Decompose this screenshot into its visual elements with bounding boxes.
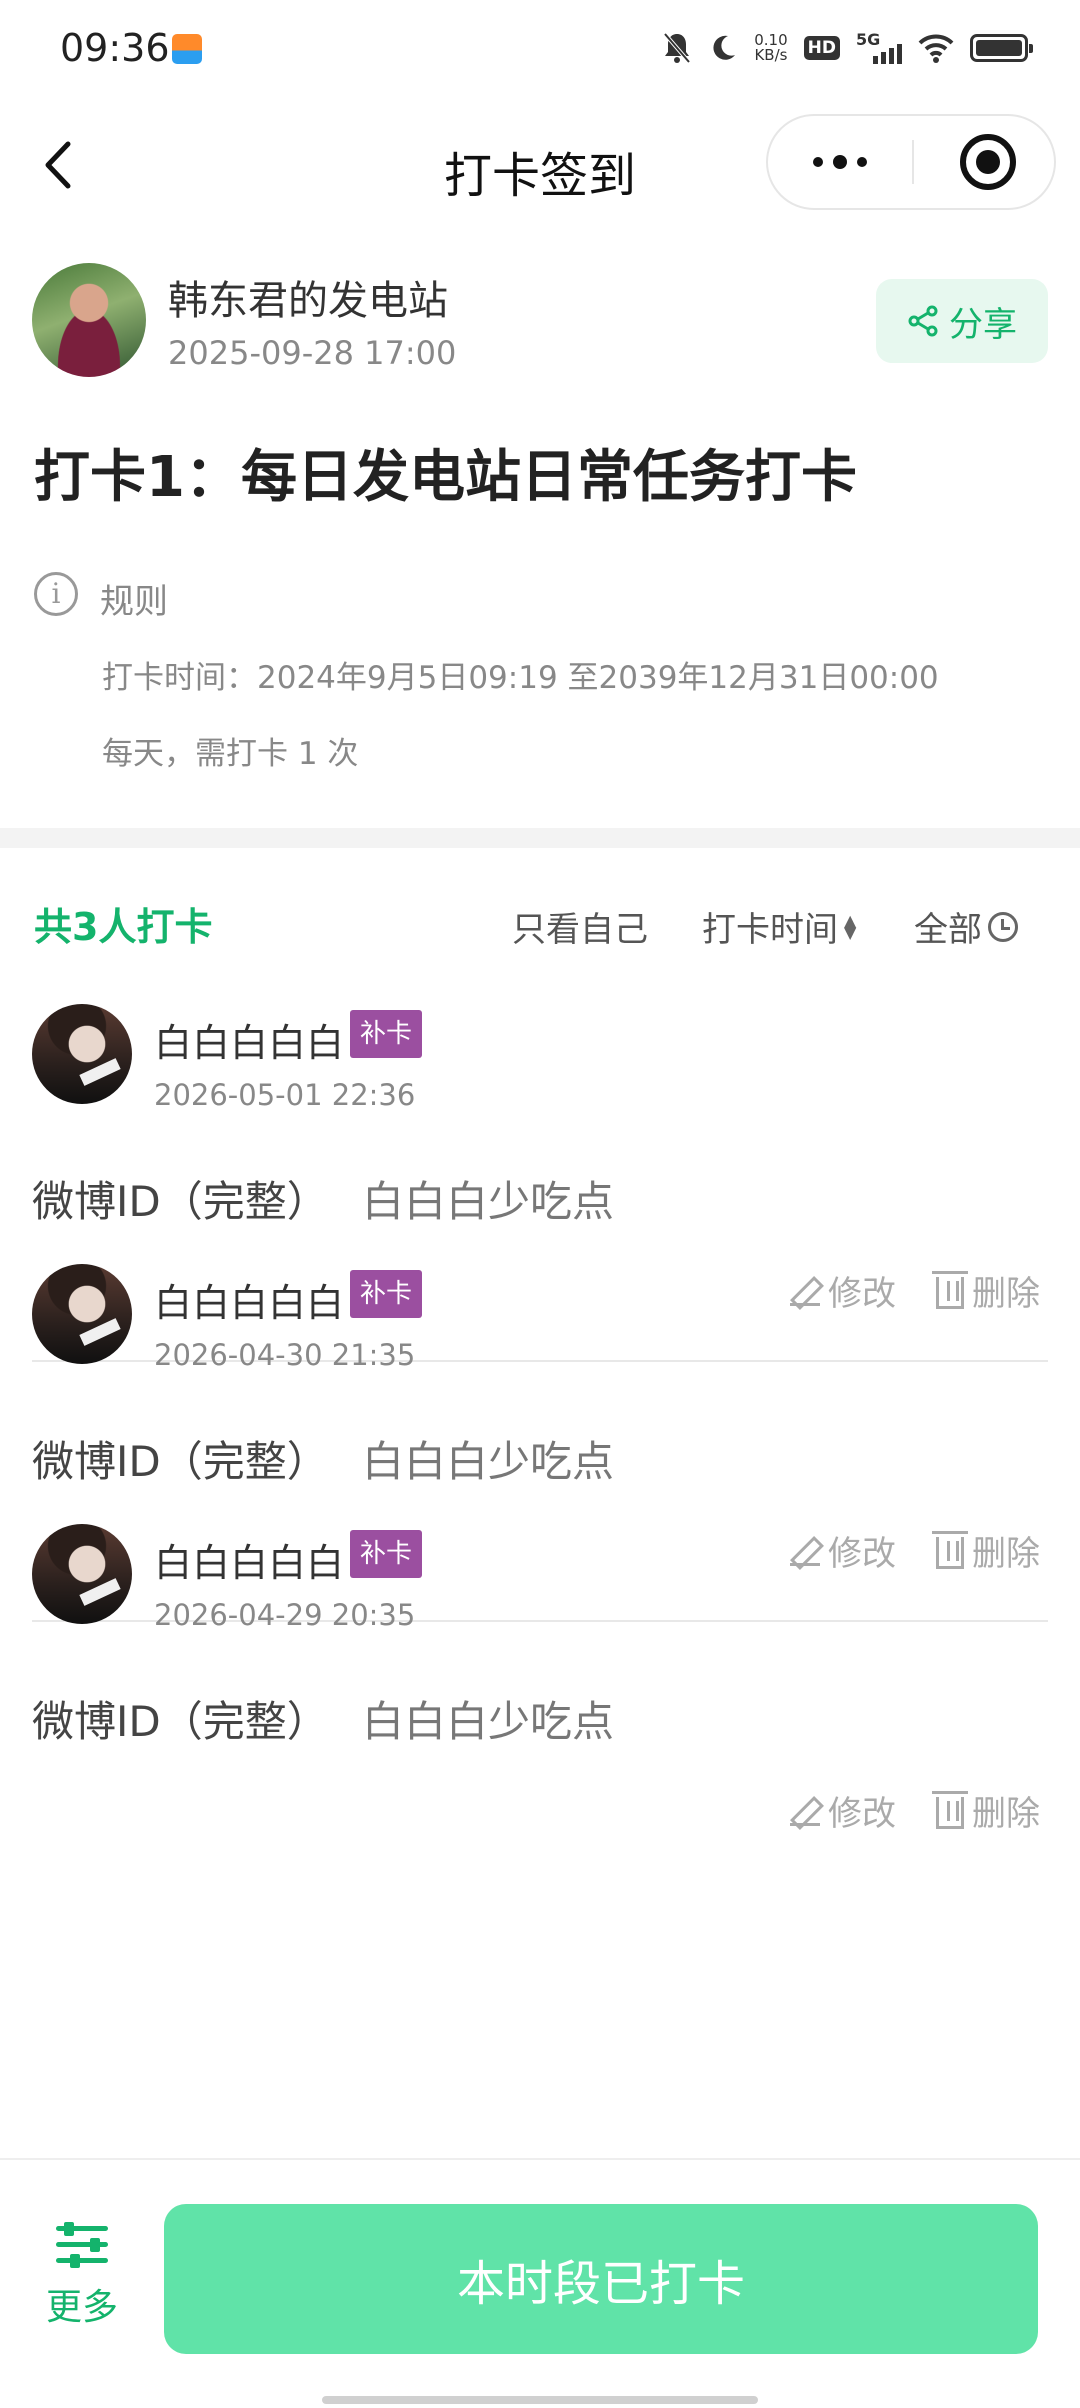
delete-label: 删除 [972,1794,1040,1834]
filter-all-label: 全部 [914,910,982,950]
trash-icon [932,1790,968,1829]
status-icons: 0.10 KB/s HD 5G [662,28,1033,68]
user-name: 白白白白白 [154,1541,345,1585]
mute-bell-icon [663,32,691,64]
field-value: 白白白少吃点 [362,1177,615,1226]
sliders-icon [56,2222,108,2268]
checkin-count-title: 共3人打卡 [34,905,213,949]
filter-only-self[interactable]: 只看自己 [512,902,648,951]
dot-icon [832,155,847,169]
makeup-tag: 补卡 [350,1270,423,1318]
share-button[interactable]: 分享 [876,279,1048,363]
makeup-tag: 补卡 [350,1530,423,1578]
filter-all-time[interactable]: 全部 [914,902,1018,951]
dot-icon [856,157,867,167]
checkin-date: 2026-04-30 21:35 [154,1338,416,1372]
more-button[interactable]: 更多 [30,2222,134,2332]
network-speed-unit: KB/s [754,46,788,64]
bottom-action-bar: 更多 本时段已打卡 [0,2158,1080,2408]
more-label: 更多 [45,2287,118,2328]
makeup-tag: 补卡 [350,1010,423,1058]
sort-by-checkin-time[interactable]: 打卡时间 ▲ ▼ [702,902,856,951]
user-name: 白白白白白 [154,1021,345,1065]
battery-icon [970,34,1033,62]
field-label: 微博ID（完整） [32,1437,329,1486]
info-icon: i [34,572,78,616]
field-value: 白白白少吃点 [362,1697,615,1746]
delete-button[interactable]: 删除 [932,1786,1040,1835]
user-avatar[interactable] [32,1524,132,1624]
user-name: 白白白白白 [154,1281,345,1325]
nav-bar: 打卡签到 [0,100,1080,230]
rule-label: 规则 [100,582,168,622]
author-name: 韩东君的发电站 [168,278,448,324]
wifi-icon [918,34,954,63]
hd-badge: HD [803,36,840,60]
share-label: 分享 [949,304,1017,345]
edit-label: 修改 [828,1794,896,1834]
user-avatar[interactable] [32,1264,132,1364]
section-divider [0,828,1080,848]
author-avatar[interactable] [32,263,146,377]
more-options-button[interactable] [768,116,911,208]
user-avatar[interactable] [32,1004,132,1104]
rule-time-text: 打卡时间：2024年9月5日09:19 至2039年12月31日00:00 [102,660,939,696]
rule-frequency-text: 每天，需打卡 1 次 [102,736,359,772]
sort-arrows-icon: ▲ ▼ [844,910,857,942]
field-label: 微博ID（完整） [32,1177,329,1226]
task-title: 打卡1：每日发电站日常任务打卡 [34,445,857,510]
status-time: 09:36 [60,26,170,70]
do-not-disturb-moon-icon [713,35,736,60]
status-bar: 09:36 0.10 KB/s HD 5G [0,0,1080,100]
checkin-date: 2026-04-29 20:35 [154,1598,416,1632]
dot-icon [812,157,823,167]
field-value: 白白白少吃点 [362,1437,615,1486]
cellular-5g-icon: 5G [856,30,902,66]
checked-in-button[interactable]: 本时段已打卡 [164,2204,1038,2354]
author-date: 2025-09-28 17:00 [168,334,457,372]
home-indicator[interactable] [322,2396,758,2404]
notification-app-icon [172,34,202,64]
network-speed: 0.10 KB/s [754,33,787,63]
checkin-date: 2026-05-01 22:36 [154,1078,416,1112]
pencil-icon [790,1796,820,1826]
share-icon [908,305,938,337]
clock-icon [988,911,1018,942]
field-label: 微博ID（完整） [32,1697,329,1746]
sort-label: 打卡时间 [702,910,838,950]
edit-button[interactable]: 修改 [790,1786,896,1835]
capsule-divider [912,140,914,184]
mini-program-capsule [766,114,1056,210]
close-target-icon[interactable] [960,134,1016,190]
checkin-entry: 白白白白白 补卡 2026-04-29 20:35 微博ID（完整） 白白白少吃… [0,1524,1080,1924]
